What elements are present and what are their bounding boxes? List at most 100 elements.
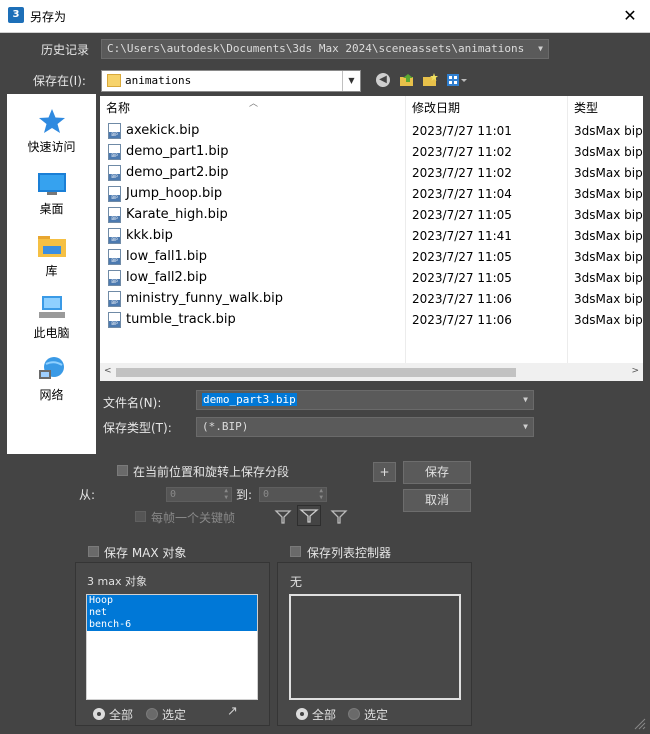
sidebar-item-quick-access[interactable]: 快速访问 — [7, 102, 96, 162]
save-max-objects-label: 保存 MAX 对象 — [104, 546, 187, 560]
save-segment-label: 在当前位置和旋转上保存分段 — [133, 465, 290, 479]
radio-selected-label: 选定 — [364, 708, 389, 722]
sort-chevron-icon: ︿ — [249, 99, 259, 109]
key-filter-icon-1[interactable] — [274, 508, 292, 525]
save-button[interactable]: 保存 — [403, 461, 471, 484]
cancel-button[interactable]: 取消 — [403, 489, 471, 512]
bip-file-icon — [108, 165, 121, 181]
from-label: 从: — [79, 488, 96, 502]
bip-file-icon — [108, 123, 121, 139]
history-label: 历史记录 — [41, 43, 90, 57]
computer-icon — [37, 294, 67, 320]
desktop-icon — [37, 170, 67, 196]
filename-input[interactable]: demo_part3.bip ▼ — [196, 390, 534, 410]
app-icon: 3 — [8, 7, 24, 23]
list-controllers-list[interactable] — [289, 594, 461, 700]
filetype-dropdown[interactable]: (*.BIP) ▼ — [196, 417, 534, 437]
radio-selected-label: 选定 — [162, 708, 187, 722]
history-value: C:\Users\autodesk\Documents\3ds Max 2024… — [107, 42, 525, 55]
save-max-objects-checkbox[interactable] — [88, 546, 99, 557]
file-row[interactable]: low_fall1.bip2023/7/27 11:053dsMax bip — [100, 247, 643, 268]
column-header-date[interactable]: 修改日期 — [412, 96, 460, 120]
filename-value: demo_part3.bip — [202, 393, 297, 406]
view-menu-icon[interactable] — [446, 73, 468, 87]
per-frame-key-checkbox[interactable] — [135, 511, 146, 522]
bip-file-icon — [108, 291, 121, 307]
file-row[interactable]: tumble_track.bip2023/7/27 11:063dsMax bi… — [100, 310, 643, 331]
folder-icon — [107, 74, 121, 87]
file-row[interactable]: demo_part1.bip2023/7/27 11:023dsMax bip — [100, 142, 643, 163]
radio-selected-controllers[interactable] — [348, 708, 360, 720]
file-row[interactable]: axekick.bip2023/7/27 11:013dsMax bip — [100, 121, 643, 142]
filename-label: 文件名(N): — [103, 396, 162, 410]
bip-file-icon — [108, 207, 121, 223]
window-title: 另存为 — [30, 10, 67, 24]
column-header-type[interactable]: 类型 — [574, 96, 598, 120]
file-row[interactable]: ministry_funny_walk.bip2023/7/27 11:063d… — [100, 289, 643, 310]
expand-arrow-icon[interactable]: ↗ — [227, 704, 238, 719]
file-row[interactable]: Jump_hoop.bip2023/7/27 11:043dsMax bip — [100, 184, 643, 205]
save-list-controllers-checkbox[interactable] — [290, 546, 301, 557]
bip-file-icon — [108, 249, 121, 265]
filetype-label: 保存类型(T): — [103, 421, 172, 435]
list-item[interactable]: Hoop — [87, 595, 257, 607]
save-list-controllers-label: 保存列表控制器 — [307, 546, 392, 560]
max-objects-count: 3 max 对象 — [87, 575, 147, 588]
bip-file-icon — [108, 144, 121, 160]
filetype-value: (*.BIP) — [202, 420, 249, 433]
sidebar-item-desktop[interactable]: 桌面 — [7, 164, 96, 224]
file-row[interactable]: demo_part2.bip2023/7/27 11:023dsMax bip — [100, 163, 643, 184]
scroll-left-icon[interactable]: < — [104, 366, 112, 376]
back-icon[interactable]: ◀ — [376, 73, 390, 87]
list-item[interactable]: bench-6 — [87, 619, 257, 631]
horizontal-scrollbar[interactable]: < > — [100, 363, 643, 381]
star-icon — [37, 108, 67, 134]
plus-button[interactable]: + — [373, 462, 396, 482]
max-objects-list[interactable]: Hoop net bench-6 — [86, 594, 258, 700]
places-sidebar: 快速访问 桌面 库 此电脑 网络 — [7, 94, 96, 454]
file-row[interactable]: Karate_high.bip2023/7/27 11:053dsMax bip — [100, 205, 643, 226]
from-spinner[interactable]: 0 ▲ ▼ — [166, 487, 232, 502]
max-objects-panel: 3 max 对象 Hoop net bench-6 全部 选定 ↗ — [75, 562, 270, 726]
spinner-arrows-icon[interactable]: ▲ ▼ — [224, 487, 228, 501]
file-row[interactable]: kkk.bip2023/7/27 11:413dsMax bip — [100, 226, 643, 247]
library-icon — [37, 232, 67, 258]
per-frame-key-label: 每帧一个关键帧 — [151, 511, 236, 525]
radio-all-controllers[interactable] — [296, 708, 308, 720]
radio-selected-objects[interactable] — [146, 708, 158, 720]
radio-all-label: 全部 — [109, 708, 134, 722]
spinner-arrows-icon[interactable]: ▲ ▼ — [319, 487, 323, 501]
scroll-right-icon[interactable]: > — [631, 366, 639, 376]
close-icon[interactable]: ✕ — [616, 3, 644, 29]
scrollbar-thumb[interactable] — [116, 368, 516, 377]
resize-grip-icon[interactable] — [634, 718, 646, 730]
title-bar: 3 另存为 ✕ — [0, 0, 650, 33]
column-header-name[interactable]: 名称 — [106, 96, 130, 120]
bip-file-icon — [108, 186, 121, 202]
bip-file-icon — [108, 312, 121, 328]
chevron-down-icon: ▼ — [538, 44, 543, 53]
chevron-down-icon: ▼ — [523, 395, 528, 404]
save-in-value: animations — [125, 74, 192, 87]
list-controllers-none: 无 — [290, 575, 303, 589]
to-label: 到: — [236, 488, 253, 502]
file-list: 名称 ︿ 修改日期 类型 axekick.bip2023/7/27 11:013… — [100, 96, 643, 381]
save-segment-checkbox[interactable] — [117, 465, 128, 476]
sidebar-item-this-pc[interactable]: 此电脑 — [7, 288, 96, 348]
file-row[interactable]: low_fall2.bip2023/7/27 11:053dsMax bip — [100, 268, 643, 289]
new-folder-icon[interactable] — [422, 73, 438, 87]
sidebar-item-library[interactable]: 库 — [7, 226, 96, 286]
key-filter-icon-3[interactable] — [330, 508, 348, 525]
radio-all-objects[interactable] — [93, 708, 105, 720]
up-folder-icon[interactable] — [399, 73, 415, 87]
list-item[interactable]: net — [87, 607, 257, 619]
bip-file-icon — [108, 228, 121, 244]
network-icon — [37, 356, 67, 382]
sidebar-item-network[interactable]: 网络 — [7, 350, 96, 410]
radio-all-label: 全部 — [312, 708, 337, 722]
save-in-dropdown[interactable]: animations ▼ — [101, 70, 361, 92]
to-spinner[interactable]: 0 ▲ ▼ — [259, 487, 327, 502]
chevron-down-icon: ▼ — [342, 71, 360, 91]
history-dropdown[interactable]: C:\Users\autodesk\Documents\3ds Max 2024… — [101, 39, 549, 59]
key-filter-icon-2[interactable] — [297, 505, 321, 526]
